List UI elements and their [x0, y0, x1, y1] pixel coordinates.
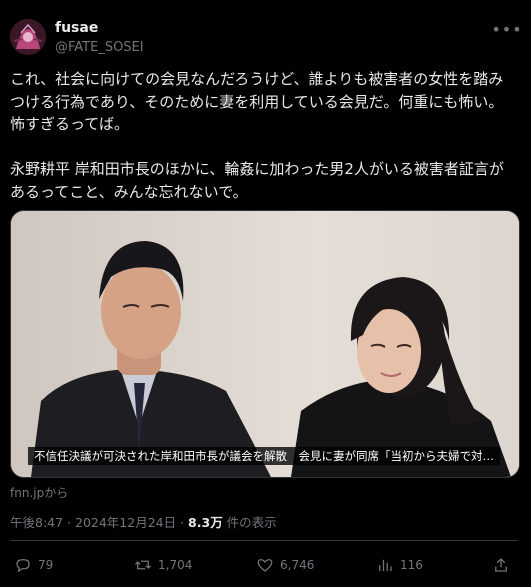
- bookmark-button[interactable]: 116: [376, 556, 423, 574]
- more-horizontal-icon: •••: [491, 19, 523, 39]
- reply-button[interactable]: 79: [14, 556, 53, 574]
- media-image: [11, 211, 519, 477]
- more-options-button[interactable]: •••: [491, 20, 521, 39]
- retweet-count: 1,704: [158, 558, 193, 572]
- video-thumbnail[interactable]: 不信任決議が可決された岸和田市長が議会を解散 会見に妻が同席「当初から夫婦で対…: [10, 210, 520, 478]
- retweet-button[interactable]: 1,704: [134, 556, 192, 574]
- action-bar: 79 1,704 6,746 116: [0, 556, 531, 580]
- heart-icon: [257, 559, 273, 572]
- reply-count: 79: [38, 558, 54, 572]
- share-icon: [495, 558, 507, 572]
- display-name[interactable]: fusae: [55, 20, 98, 36]
- views-chart-icon: [379, 559, 392, 571]
- retweet-icon: [135, 560, 151, 570]
- divider: [10, 540, 518, 541]
- bookmark-count: 116: [400, 558, 423, 572]
- user-handle[interactable]: @FATE_SOSEI: [55, 40, 144, 55]
- like-count: 6,746: [280, 558, 315, 572]
- view-label: 件の表示: [222, 515, 277, 530]
- share-button[interactable]: [492, 556, 510, 574]
- avatar[interactable]: [10, 19, 46, 55]
- tweet-timestamp[interactable]: 午後8:47 · 2024年12月24日 ·: [10, 515, 188, 530]
- like-button[interactable]: 6,746: [256, 556, 314, 574]
- reply-icon: [16, 559, 30, 573]
- tweet-meta: 午後8:47 · 2024年12月24日 · 8.3万 件の表示: [10, 512, 277, 531]
- video-caption: 不信任決議が可決された岸和田市長が議会を解散 会見に妻が同席「当初から夫婦で対…: [28, 447, 500, 465]
- tweet-text: これ、社会に向けての会見なんだろうけど、誰よりも被害者の女性を踏み つける行為で…: [10, 70, 504, 201]
- view-count: 8.3万: [188, 515, 223, 530]
- link-source[interactable]: fnn.jpから: [10, 484, 68, 501]
- tweet-card: fusae @FATE_SOSEI ••• これ、社会に向けての会見なんだろうけ…: [0, 0, 531, 587]
